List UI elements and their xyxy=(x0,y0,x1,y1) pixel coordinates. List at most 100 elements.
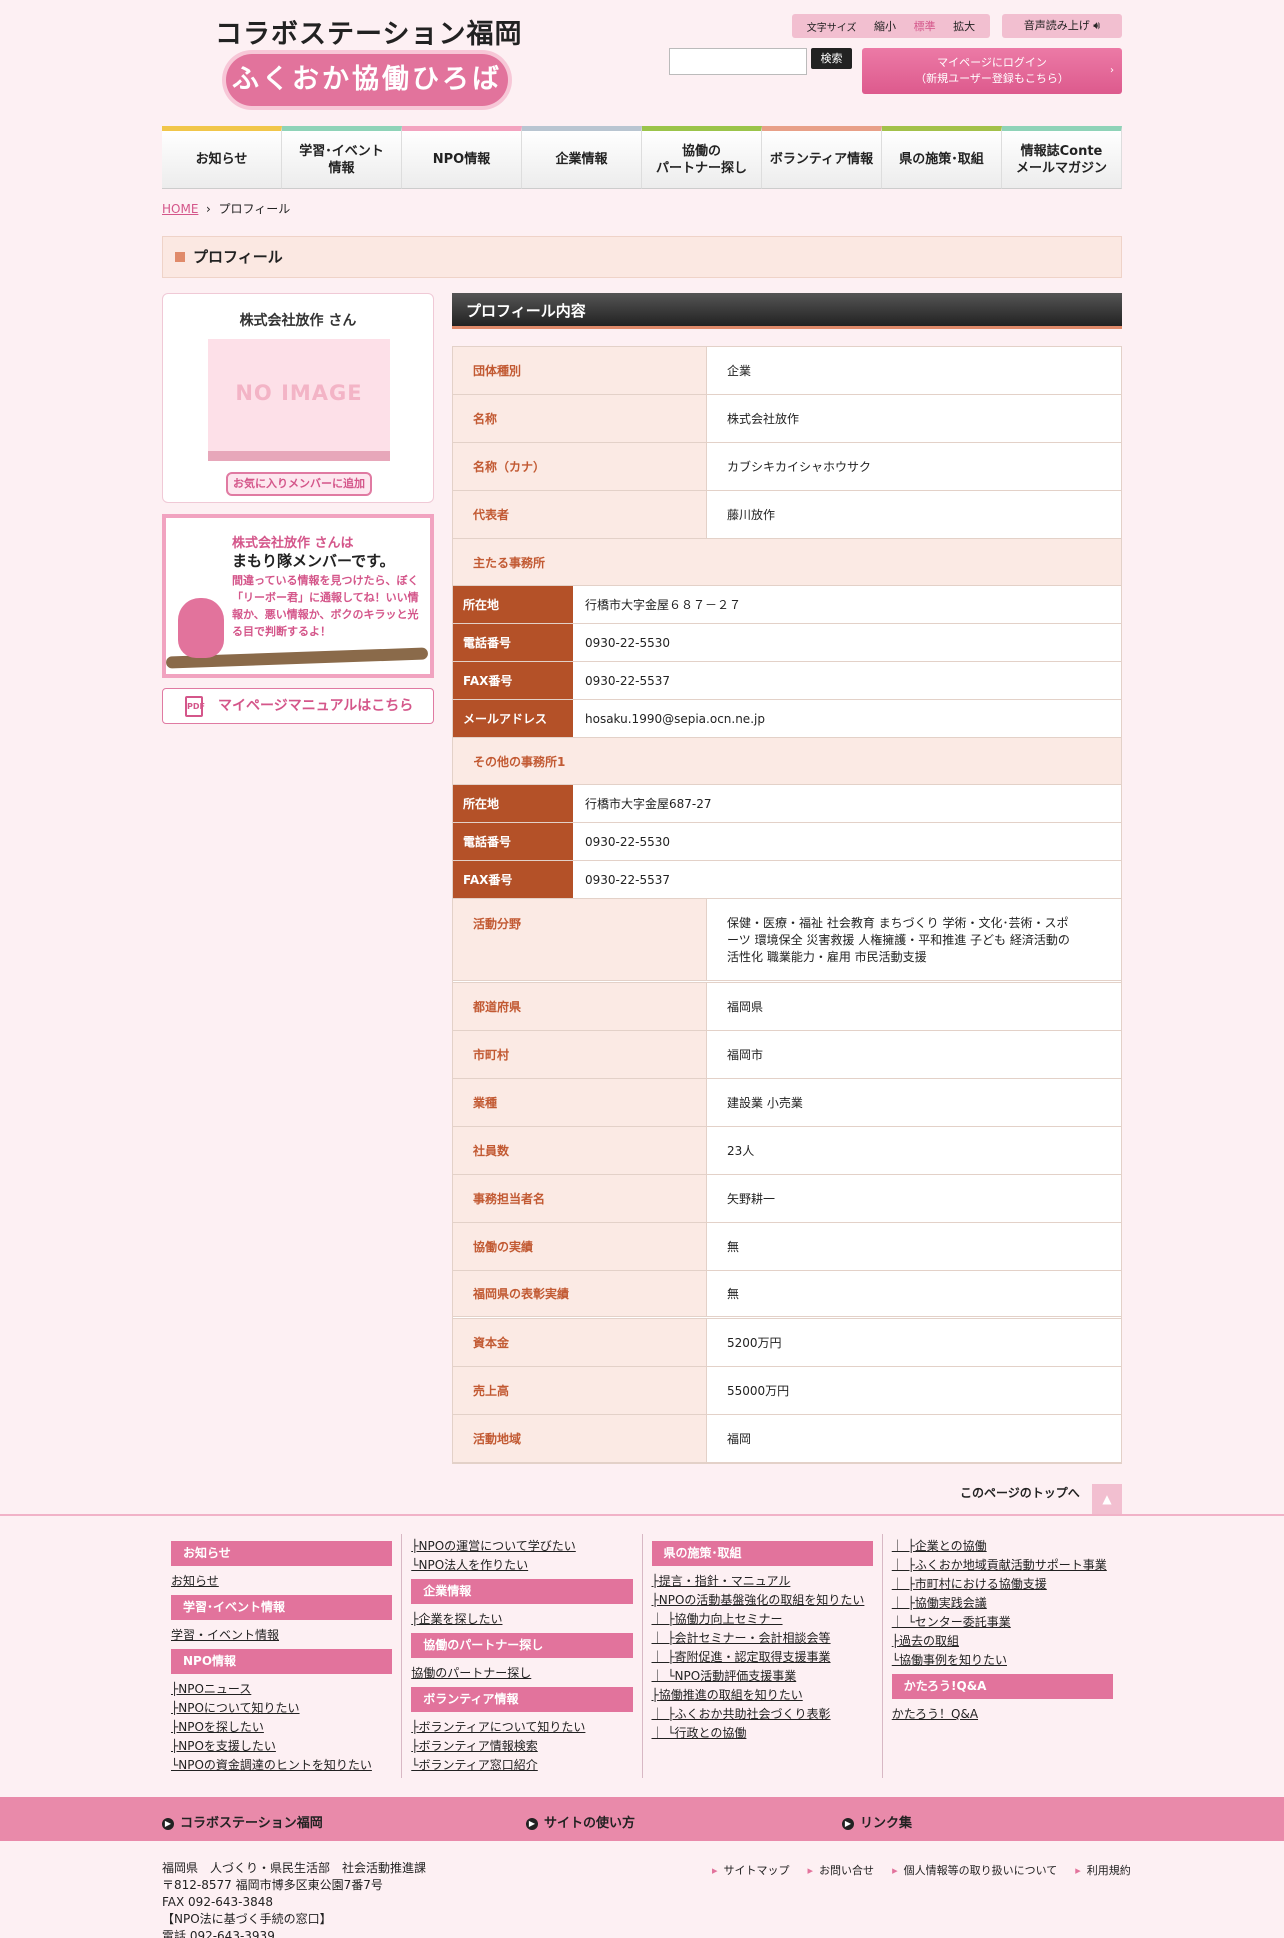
sitemap-link[interactable]: ├NPOニュース xyxy=(171,1680,392,1699)
sitemap-link[interactable]: ｜ ├企業との協働 xyxy=(892,1537,1113,1556)
font-large-button[interactable]: 拡大 xyxy=(953,18,975,34)
sitemap-heading[interactable]: お知らせ xyxy=(171,1541,393,1566)
pdf-icon: PDF xyxy=(185,696,205,717)
sitemap-link[interactable]: かたろう！Q&A xyxy=(892,1705,1113,1724)
sitemap-link[interactable]: ├NPOについて知りたい xyxy=(171,1699,392,1718)
profile-value: 5200万円 xyxy=(727,1336,782,1350)
profile-key: 都道府県 xyxy=(453,983,707,1030)
nav-item[interactable]: 県の施策･取組 xyxy=(882,126,1002,189)
sitemap-link[interactable]: ├ボランティア情報検索 xyxy=(411,1737,632,1756)
office-value: 0930-22-5537 xyxy=(585,673,671,688)
mypage-login-button[interactable]: マイページにログイン （新規ユーザー登録もこちら） › xyxy=(862,48,1122,94)
sitemap-link[interactable]: ├協働推進の取組を知りたい xyxy=(652,1686,873,1705)
sitemap-link[interactable]: └ボランティア窓口紹介 xyxy=(411,1756,632,1775)
page-top-link[interactable]: このページのトップへ xyxy=(960,1484,1080,1501)
footer-nav-link[interactable]: ▶ コラボステーション福岡 xyxy=(162,1812,323,1831)
sitemap-heading[interactable]: 学習･イベント情報 xyxy=(171,1595,393,1620)
breadcrumb-home[interactable]: HOME xyxy=(162,202,198,216)
search-input[interactable] xyxy=(669,48,807,75)
mypage-manual-button[interactable]: PDF マイページマニュアルはこちら xyxy=(162,688,434,724)
square-bullet-icon xyxy=(175,252,185,262)
sitemap-link[interactable]: └NPO法人を作りたい xyxy=(411,1556,632,1575)
nav-item[interactable]: 協働の パートナー探し xyxy=(642,126,762,189)
sitemap-heading[interactable]: NPO情報 xyxy=(171,1649,393,1674)
profile-row: 協働の実績 無 xyxy=(453,1223,1121,1271)
sitemap-link[interactable]: 学習・イベント情報 xyxy=(171,1626,392,1645)
sitemap-link[interactable]: お知らせ xyxy=(171,1572,392,1591)
profile-key: 業種 xyxy=(453,1079,707,1126)
sitemap-link[interactable]: ｜ ├市町村における協働支援 xyxy=(892,1575,1113,1594)
sitemap-link[interactable]: ├提言・指針・マニュアル xyxy=(652,1572,873,1591)
profile-value: 矢野耕一 xyxy=(727,1192,776,1206)
footer-divider xyxy=(0,1514,1284,1516)
profile-value: 福岡 xyxy=(727,1432,752,1446)
nav-item[interactable]: 学習･イベント 情報 xyxy=(282,126,402,189)
sitemap-col-3: 県の施策･取組 ├提言・指針・マニュアル ├NPOの活動基盤強化の取組を知りたい｜… xyxy=(641,1534,882,1778)
sitemap-link[interactable]: ｜ └行政との協働 xyxy=(652,1724,873,1743)
sitemap-link[interactable]: ├NPOの運営について学びたい xyxy=(411,1537,632,1556)
sitemap-link[interactable]: 協働のパートナー探し xyxy=(411,1664,632,1683)
search-button[interactable]: 検索 xyxy=(811,48,852,69)
nav-item[interactable]: お知らせ xyxy=(162,126,282,189)
footer-nav-link[interactable]: ▶ サイトの使い方 xyxy=(526,1812,635,1831)
sitemap-link[interactable]: ├ボランティアについて知りたい xyxy=(411,1718,632,1737)
footer-nav-link[interactable]: ▶ リンク集 xyxy=(842,1812,912,1831)
office-value: 0930-22-5530 xyxy=(585,834,671,849)
chevron-right-icon: › xyxy=(1110,65,1114,76)
arrow-right-circle-icon: ▶ xyxy=(842,1817,854,1830)
sitemap-heading[interactable]: かたろう!Q&A xyxy=(891,1674,1113,1699)
sitemap-heading[interactable]: 県の施策･取組 xyxy=(651,1541,873,1566)
arrow-up-icon[interactable]: ▲ xyxy=(1092,1484,1122,1514)
profile-row: 事務担当者名 矢野耕一 xyxy=(453,1175,1121,1223)
font-normal-button[interactable]: 標準 xyxy=(914,18,936,34)
nav-item[interactable]: ボランティア情報 xyxy=(762,126,882,189)
footer-link[interactable]: 利用規約 xyxy=(1075,1862,1131,1878)
add-favorite-button[interactable]: お気に入りメンバーに追加 xyxy=(226,472,372,496)
profile-row: 名称 株式会社放作 xyxy=(453,395,1121,443)
office-key: 所在地 xyxy=(453,785,573,822)
profile-value: 企業 xyxy=(727,364,752,378)
speaker-icon: 🔊︎ xyxy=(1093,19,1101,32)
nav-item[interactable]: 企業情報 xyxy=(522,126,642,189)
sitemap-link[interactable]: ｜ └NPO活動評価支援事業 xyxy=(652,1667,873,1686)
sitemap-link[interactable]: ├過去の取組 xyxy=(892,1632,1113,1651)
voice-read-button[interactable]: 音声読み上げ 🔊︎ xyxy=(1002,14,1122,38)
sitemap-link[interactable]: ├企業を探したい xyxy=(411,1610,632,1629)
sitemap-link[interactable]: └協働事例を知りたい xyxy=(892,1651,1113,1670)
office-value: 0930-22-5530 xyxy=(585,635,671,650)
sitemap-link[interactable]: ├NPOを探したい xyxy=(171,1718,392,1737)
sitemap-link[interactable]: ｜ ├ふくおか地域貢献活動サポート事業 xyxy=(892,1556,1113,1575)
sitemap-heading[interactable]: 企業情報 xyxy=(411,1579,633,1604)
office-section-title: 主たる事務所 xyxy=(453,539,1121,586)
footer-link[interactable]: サイトマップ xyxy=(712,1862,790,1878)
office-key: FAX番号 xyxy=(453,861,573,898)
sitemap-link[interactable]: ├NPOの活動基盤強化の取組を知りたい xyxy=(652,1591,873,1610)
profile-value: 無 xyxy=(727,1287,740,1301)
font-small-button[interactable]: 縮小 xyxy=(874,18,896,34)
profile-value: 保健・医療・福祉 社会教育 まちづくり 学術・文化･芸術・スポーツ 環境保全 災… xyxy=(727,916,1070,964)
sitemap-heading[interactable]: 協働のパートナー探し xyxy=(411,1633,633,1658)
sitemap-link[interactable]: ｜ ├寄附促進・認定取得支援事業 xyxy=(652,1648,873,1667)
office-value: 行橋市大字金屋６８７－２７ xyxy=(585,598,742,612)
sitemap-link[interactable]: └NPOの資金調達のヒントを知りたい xyxy=(171,1756,392,1775)
sitemap-link[interactable]: ｜ └センター委託事業 xyxy=(892,1613,1113,1632)
sitemap-col-2: ├NPOの運営について学びたい └NPO法人を作りたい 企業情報 ├企業を探したい… xyxy=(401,1534,641,1778)
sitemap-link[interactable]: ├NPOを支援したい xyxy=(171,1737,392,1756)
footer-link[interactable]: お問い合せ xyxy=(808,1862,874,1878)
global-nav: お知らせ 学習･イベント 情報 NPO情報 企業情報 協働の パートナー探し ボランティア… xyxy=(162,126,1122,189)
nav-item[interactable]: NPO情報 xyxy=(402,126,522,189)
office-row: 所在地 行橋市大字金屋687-27 xyxy=(453,785,1121,823)
font-size-label: 文字サイズ xyxy=(806,22,857,34)
site-logo-sub[interactable]: ふくおか協働ひろば xyxy=(226,54,508,106)
profile-key: 活動分野 xyxy=(453,899,707,980)
mamori-message: 間違っている情報を見つけたら、ぼく「リーボー君」に通報してね！いい情報か、悪い情… xyxy=(232,574,419,638)
footer-link[interactable]: 個人情報等の取り扱いについて xyxy=(892,1862,1058,1878)
sitemap-link[interactable]: ｜ ├会計セミナー・会計相談会等 xyxy=(652,1629,873,1648)
sitemap-link[interactable]: ｜ ├ふくおか共助社会づくり表彰 xyxy=(652,1705,873,1724)
sitemap-link[interactable]: ｜ ├協働力向上セミナー xyxy=(652,1610,873,1629)
nav-item[interactable]: 情報誌Conte メールマガジン xyxy=(1002,126,1122,189)
sitemap-link[interactable]: ｜ ├協働実践会議 xyxy=(892,1594,1113,1613)
sitemap-heading[interactable]: ボランティア情報 xyxy=(411,1687,633,1712)
site-logo[interactable]: コラボステーション福岡 xyxy=(215,12,522,51)
office-row: メールアドレス hosaku.1990@sepia.ocn.ne.jp xyxy=(453,700,1121,738)
